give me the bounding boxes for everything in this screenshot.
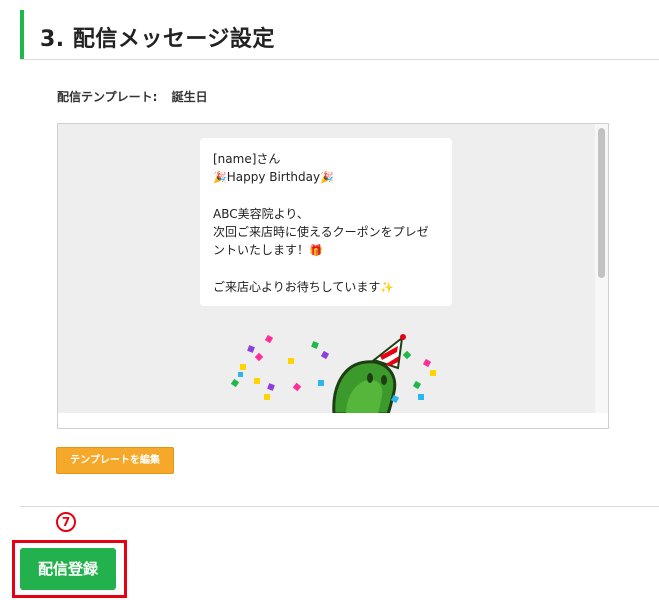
- preview-scrollbar-thumb[interactable]: [598, 128, 605, 278]
- register-delivery-button[interactable]: 配信登録: [20, 548, 116, 590]
- gift-icon: 🎁: [309, 244, 323, 257]
- message-gap: [213, 187, 439, 205]
- template-value: 誕生日: [171, 90, 208, 104]
- section-title: 3. 配信メッセージ設定: [40, 27, 275, 52]
- section-accent-bar: [20, 10, 24, 59]
- step-number-marker: 7: [56, 512, 76, 532]
- message-line-coupon: 次回ご来店時に使えるクーポンをプレゼ: [213, 225, 429, 239]
- page: 3. 配信メッセージ設定 配信テンプレート: 誕生日 [name]さん 🎉Hap…: [0, 0, 659, 600]
- message-line-present: ントいたします！🎁: [213, 241, 439, 260]
- message-gap: [213, 260, 439, 278]
- message-line-greeting: [name]さん: [213, 152, 281, 166]
- preview-horizontal-scroll-area: [58, 413, 608, 428]
- birthday-text: Happy Birthday: [226, 170, 321, 184]
- edit-template-button[interactable]: テンプレートを編集: [56, 447, 174, 474]
- present-text: ントいたします！: [213, 243, 310, 257]
- message-bubble: [name]さん 🎉Happy Birthday🎉 ABC美容院より、 次回ご来…: [200, 138, 452, 306]
- party-popper-icon: 🎉: [213, 171, 227, 184]
- message-line-salon: ABC美容院より、: [213, 207, 309, 221]
- message-preview-frame[interactable]: [name]さん 🎉Happy Birthday🎉 ABC美容院より、 次回ご来…: [57, 123, 609, 429]
- template-label: 配信テンプレート:: [57, 90, 158, 104]
- birthday-character-sticker-icon: [230, 334, 436, 413]
- message-preview-area: [name]さん 🎉Happy Birthday🎉 ABC美容院より、 次回ご来…: [58, 124, 595, 413]
- section-divider: [20, 506, 659, 507]
- template-info: 配信テンプレート: 誕生日: [57, 88, 208, 105]
- section-header: 3. 配信メッセージ設定: [20, 10, 659, 60]
- party-popper-icon: 🎉: [320, 171, 334, 184]
- closing-text: ご来店心よりお待ちしています: [213, 280, 381, 294]
- message-line-closing: ご来店心よりお待ちしています✨: [213, 278, 439, 297]
- message-line-birthday: 🎉Happy Birthday🎉: [213, 168, 439, 187]
- step-number: 7: [61, 515, 71, 529]
- sparkles-icon: ✨: [380, 281, 395, 294]
